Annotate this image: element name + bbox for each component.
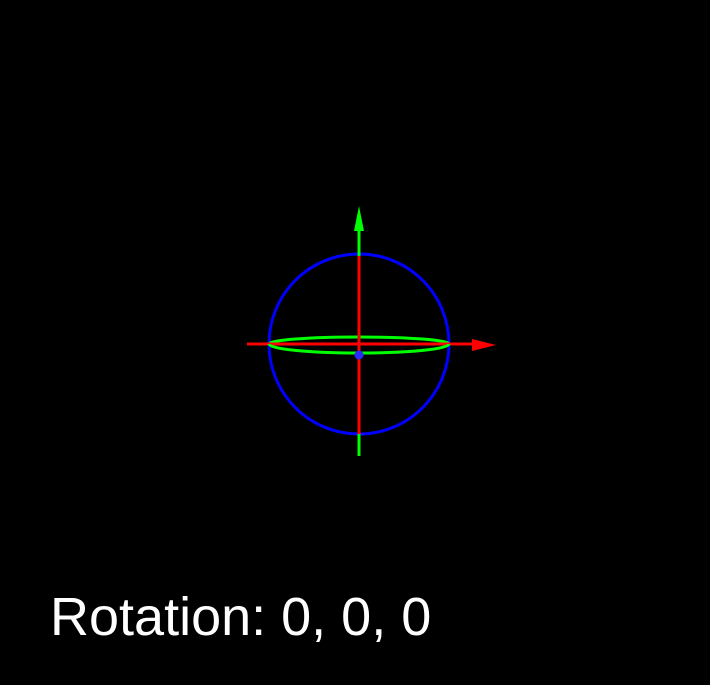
3d-viewport[interactable] (0, 0, 710, 685)
pivot-point[interactable] (354, 350, 364, 360)
rotation-readout: Rotation: 0, 0, 0 (50, 587, 432, 647)
